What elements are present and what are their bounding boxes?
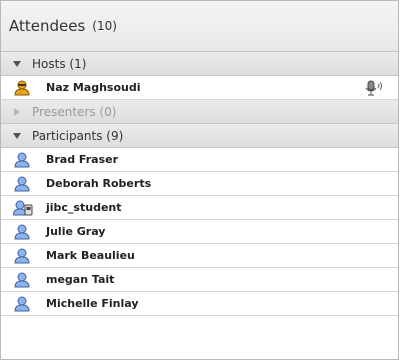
host-user-icon <box>13 80 33 96</box>
expand-arrow-icon[interactable] <box>13 132 21 139</box>
attendee-name: Deborah Roberts <box>46 177 152 190</box>
section-hosts[interactable]: Hosts (1) <box>1 52 398 76</box>
attendees-pod: Attendees (10) Hosts (1) Naz Maghsoudi P… <box>0 0 399 360</box>
attendee-name: Naz Maghsoudi <box>46 81 141 94</box>
section-participants-label: Participants (9) <box>32 128 124 143</box>
attendee-name: jibc_student <box>46 201 122 214</box>
pod-title: Attendees <box>9 17 86 35</box>
section-presenters[interactable]: Presenters (0) <box>1 100 398 124</box>
participant-user-icon <box>13 248 33 264</box>
attendee-row[interactable]: jibc_student <box>1 196 398 220</box>
attendee-name: Julie Gray <box>46 225 106 238</box>
microphone-icon[interactable] <box>364 80 384 96</box>
attendee-row[interactable]: megan Tait <box>1 268 398 292</box>
attendee-name: megan Tait <box>46 273 115 286</box>
attendee-name: Michelle Finlay <box>46 297 139 310</box>
attendee-name: Mark Beaulieu <box>46 249 135 262</box>
section-presenters-label: Presenters (0) <box>32 104 117 119</box>
participant-user-icon <box>13 224 33 240</box>
expand-arrow-icon[interactable] <box>13 60 21 67</box>
attendee-count: (10) <box>92 19 117 33</box>
participant-user-icon <box>13 152 33 168</box>
attendee-row[interactable]: Julie Gray <box>1 220 398 244</box>
participant-user-icon <box>13 272 33 288</box>
attendee-name: Brad Fraser <box>46 153 119 166</box>
collapse-arrow-icon[interactable] <box>14 107 20 116</box>
participant-phone-user-icon <box>13 200 33 216</box>
attendee-row[interactable]: Mark Beaulieu <box>1 244 398 268</box>
participant-user-icon <box>13 296 33 312</box>
attendee-row-host[interactable]: Naz Maghsoudi <box>1 76 398 100</box>
section-hosts-label: Hosts (1) <box>32 56 87 71</box>
attendee-row[interactable]: Brad Fraser <box>1 148 398 172</box>
section-participants[interactable]: Participants (9) <box>1 124 398 148</box>
attendee-row[interactable]: Deborah Roberts <box>1 172 398 196</box>
attendee-row[interactable]: Michelle Finlay <box>1 292 398 316</box>
participant-user-icon <box>13 176 33 192</box>
pod-title-bar: Attendees (10) <box>1 1 398 52</box>
